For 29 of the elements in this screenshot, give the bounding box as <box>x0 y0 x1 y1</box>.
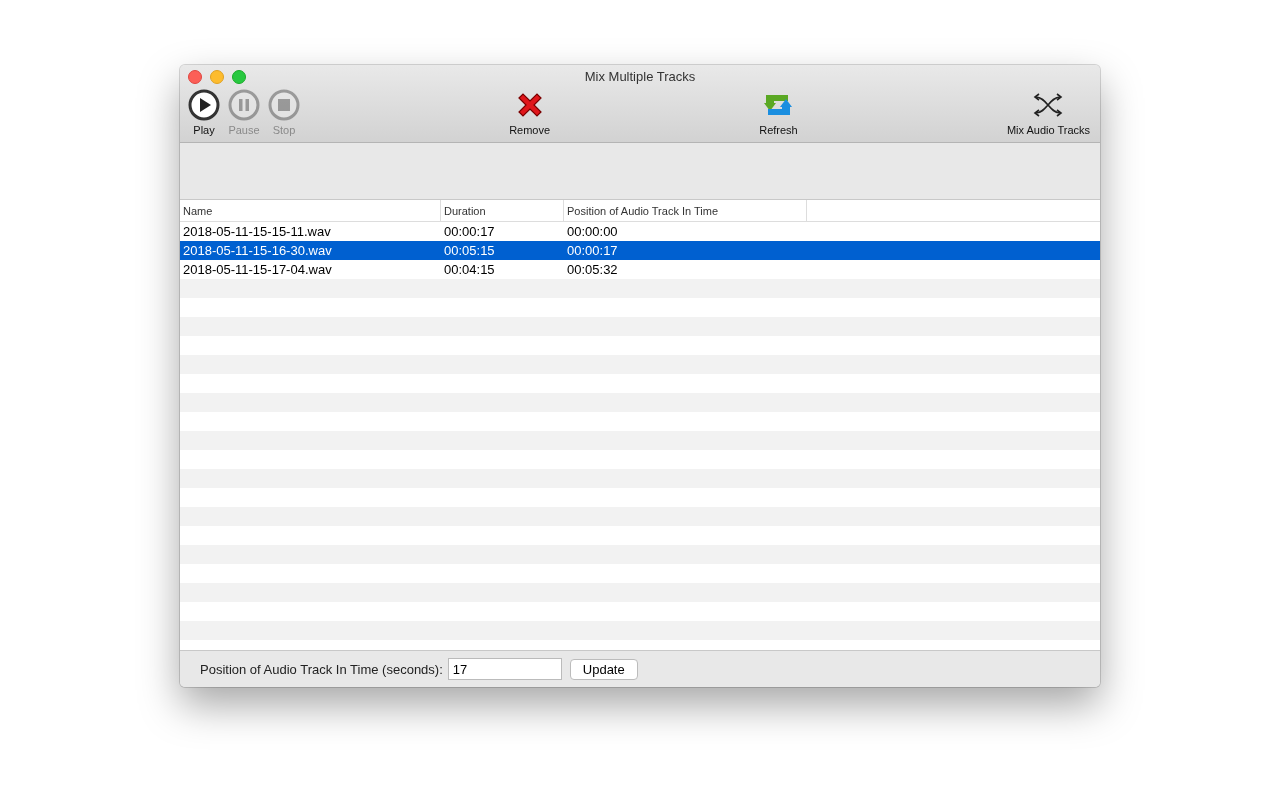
table-cell-text: 00:00:17 <box>443 224 496 239</box>
zoom-button[interactable] <box>232 70 246 84</box>
table-cell-text: 00:00:17 <box>566 243 619 258</box>
stop-icon <box>268 89 300 121</box>
table-row[interactable]: 2018-05-11-15-17-04.wav 00:04:15 00:05:32 <box>180 260 1100 279</box>
position-input-field[interactable]: 17 <box>447 658 562 680</box>
table-row[interactable]: 2018-05-11-15-15-11.wav 00:00:17 00:00:00 <box>180 222 1100 241</box>
close-button[interactable] <box>188 70 202 84</box>
play-button[interactable]: Play <box>186 89 222 136</box>
table-cell-text: 2018-05-11-15-17-04.wav <box>182 262 333 277</box>
table-cell-text: 2018-05-11-15-16-30.wav <box>182 243 333 258</box>
column-header[interactable]: Duration <box>441 200 564 221</box>
remove-button[interactable]: Remove <box>507 89 553 136</box>
window-title: Mix Multiple Tracks <box>584 68 696 84</box>
refresh-button[interactable]: Refresh <box>757 89 800 136</box>
table-cell-text: 00:00:00 <box>566 224 619 239</box>
table-cell-text: 2018-05-11-15-15-11.wav <box>182 224 332 239</box>
mix-button[interactable]: Mix Audio Tracks <box>1004 89 1092 136</box>
pause-icon <box>228 89 260 121</box>
table-cell-text: 00:05:32 <box>566 262 619 277</box>
table-cell-text: 00:05:15 <box>443 243 496 258</box>
table-cell-text: 00:04:15 <box>443 262 496 277</box>
minimize-button[interactable] <box>210 70 224 84</box>
column-header[interactable]: Position of Audio Track In Time <box>564 200 807 221</box>
field-label: Position of Audio Track In Time (seconds): <box>200 661 443 677</box>
update-button[interactable]: Update <box>569 658 638 680</box>
play-icon <box>188 89 220 121</box>
table-row[interactable]: 2018-05-11-15-16-30.wav 00:05:15 00:00:17 <box>180 241 1100 260</box>
column-header[interactable]: Name <box>180 200 441 221</box>
